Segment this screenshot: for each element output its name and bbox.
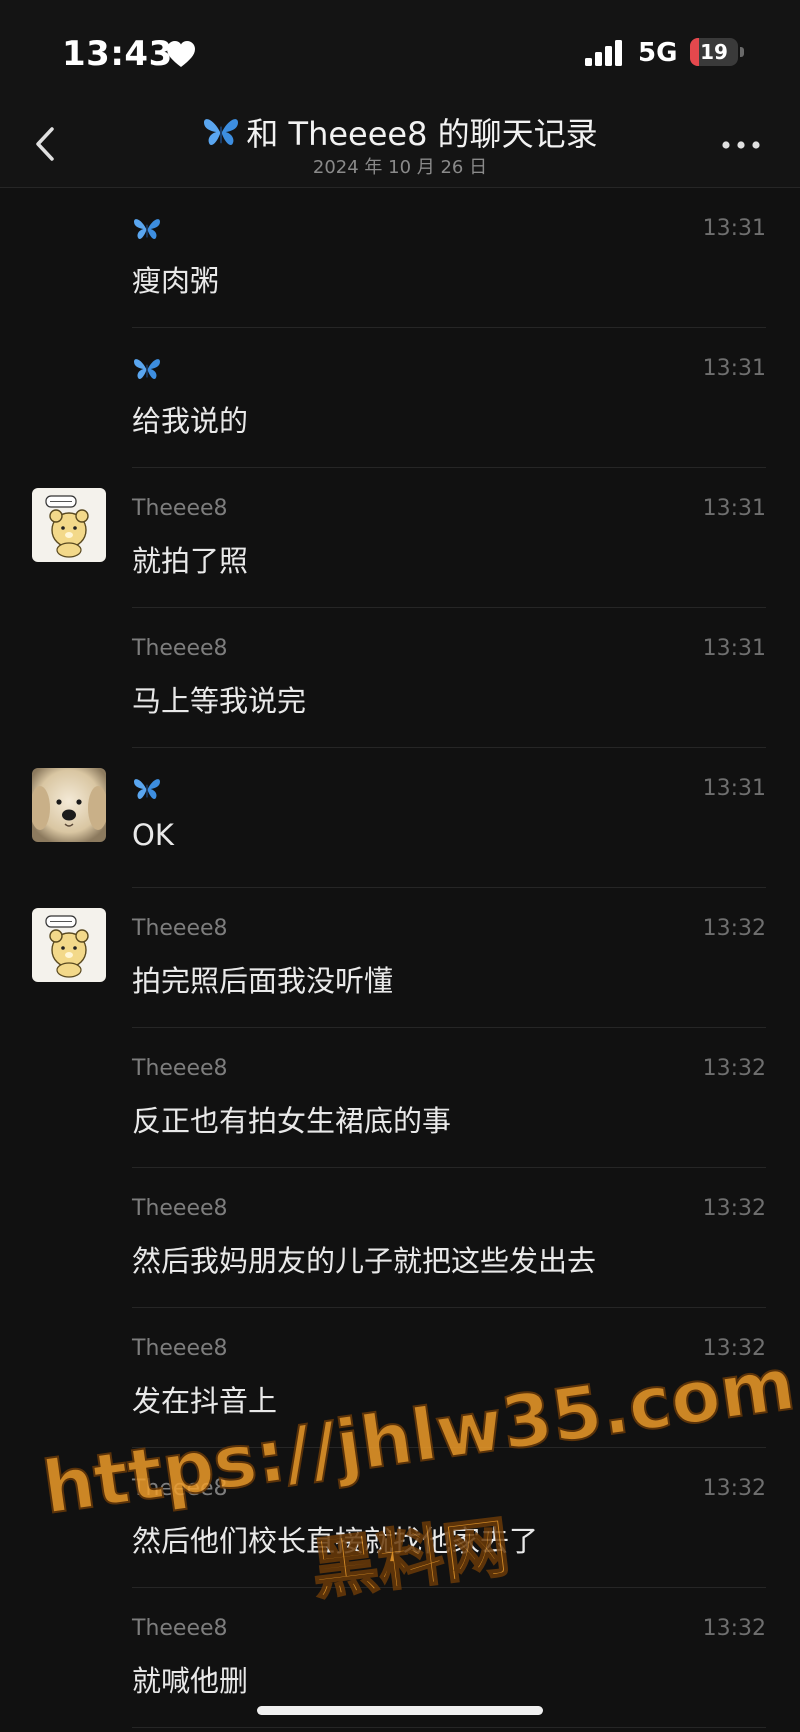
message-time: 13:32 xyxy=(702,1616,766,1641)
message-text: 然后我妈朋友的儿子就把这些发出去 xyxy=(132,1244,597,1278)
message-time: 13:32 xyxy=(702,916,766,941)
message-time: 13:31 xyxy=(702,216,766,241)
message-text: 然后他们校长直接就找他家去了 xyxy=(132,1524,539,1558)
message-sender: Theeee8 xyxy=(132,1616,228,1641)
more-options-icon[interactable] xyxy=(718,125,764,165)
message-row[interactable]: Theeee8 13:31 就拍了照 xyxy=(0,468,800,608)
nav-bar: 和 Theeee8 的聊天记录 2024 年 10 月 26 日 xyxy=(0,105,800,188)
message-sender: Theeee8 xyxy=(132,1196,228,1221)
battery-icon: 19 xyxy=(690,38,744,68)
message-divider xyxy=(132,1727,766,1728)
message-row[interactable]: Theeee8 13:32 然后他们校长直接就找他家去了 xyxy=(0,1448,800,1588)
message-sender xyxy=(132,216,162,242)
message-row[interactable]: Theeee8 13:32 发在抖音上 xyxy=(0,1308,800,1448)
bear-avatar[interactable] xyxy=(32,488,106,562)
message-text: 瘦肉粥 xyxy=(132,264,220,298)
butterfly-icon xyxy=(204,119,239,146)
message-text: OK xyxy=(132,818,174,852)
message-row[interactable]: 13:31 瘦肉粥 xyxy=(0,188,800,328)
message-text: 发在抖音上 xyxy=(132,1384,278,1418)
message-sender xyxy=(132,356,162,382)
network-label: 5G xyxy=(638,38,678,68)
message-row[interactable]: Theeee8 13:31 马上等我说完 xyxy=(0,608,800,748)
status-bar: 13:43 5G 19 xyxy=(0,0,800,105)
butterfly-icon xyxy=(134,359,160,379)
message-text: 拍完照后面我没听懂 xyxy=(132,964,394,998)
battery-level-text: 19 xyxy=(700,40,728,64)
message-time: 13:32 xyxy=(702,1336,766,1361)
page-title: 和 Theeee8 的聊天记录 xyxy=(0,109,800,155)
message-sender: Theeee8 xyxy=(132,636,228,661)
message-sender: Theeee8 xyxy=(132,1476,228,1501)
message-text: 马上等我说完 xyxy=(132,684,307,718)
message-list[interactable]: 13:31 瘦肉粥 13:31 给我说的 Theeee8 13:31 就拍了照 Theeee8… xyxy=(0,188,800,1732)
message-text: 反正也有拍女生裙底的事 xyxy=(132,1104,452,1138)
message-time: 13:32 xyxy=(702,1056,766,1081)
message-sender xyxy=(132,776,162,802)
message-text: 给我说的 xyxy=(132,404,249,438)
message-row[interactable]: 13:31 给我说的 xyxy=(0,328,800,468)
message-sender: Theeee8 xyxy=(132,1056,228,1081)
message-row[interactable]: 13:31 OK xyxy=(0,748,800,888)
signal-icon xyxy=(585,40,622,66)
message-time: 13:32 xyxy=(702,1476,766,1501)
message-time: 13:31 xyxy=(702,636,766,661)
message-row[interactable]: Theeee8 13:32 反正也有拍女生裙底的事 xyxy=(0,1028,800,1168)
title-text: 和 Theeee8 的聊天记录 xyxy=(246,115,598,153)
message-sender: Theeee8 xyxy=(132,1336,228,1361)
message-time: 13:31 xyxy=(702,496,766,521)
message-sender: Theeee8 xyxy=(132,916,228,941)
message-sender: Theeee8 xyxy=(132,496,228,521)
butterfly-icon xyxy=(134,779,160,799)
message-text: 就拍了照 xyxy=(132,544,249,578)
bear-avatar[interactable] xyxy=(32,908,106,982)
home-indicator[interactable] xyxy=(257,1706,543,1715)
puppy-avatar[interactable] xyxy=(32,768,106,842)
heart-icon xyxy=(167,41,195,67)
message-time: 13:31 xyxy=(702,356,766,381)
status-time: 13:43 xyxy=(62,34,173,74)
message-time: 13:32 xyxy=(702,1196,766,1221)
message-row[interactable]: Theeee8 13:32 然后我妈朋友的儿子就把这些发出去 xyxy=(0,1168,800,1308)
message-row[interactable]: Theeee8 13:32 拍完照后面我没听懂 xyxy=(0,888,800,1028)
chat-date: 2024 年 10 月 26 日 xyxy=(312,157,488,178)
butterfly-icon xyxy=(134,219,160,239)
message-time: 13:31 xyxy=(702,776,766,801)
message-text: 就喊他删 xyxy=(132,1664,249,1698)
